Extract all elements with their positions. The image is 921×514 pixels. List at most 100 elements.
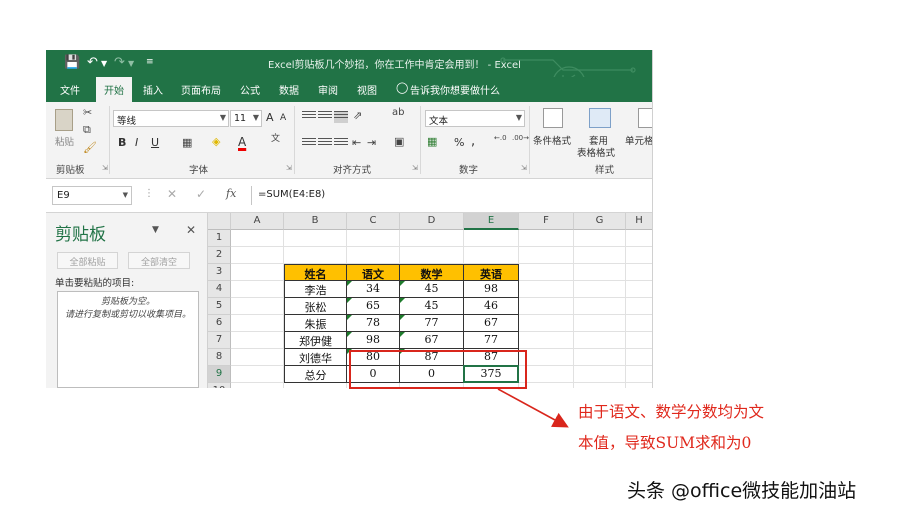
row-header-10[interactable]: 10 [208,383,231,388]
tab-data[interactable]: 数据 [279,82,299,97]
format-as-table-button-line2[interactable]: 表格格式 [577,145,615,159]
cancel-icon[interactable]: ✕ [167,187,177,201]
table-cell[interactable]: 郑伊健 [284,332,347,349]
grow-font-button[interactable]: A [266,111,274,124]
table-cell[interactable]: 34 [347,281,400,298]
table-cell[interactable]: 98 [464,281,519,298]
accounting-format-icon[interactable]: ▦ [427,136,437,147]
table-cell[interactable]: 67 [464,315,519,332]
column-header-f[interactable]: F [519,213,574,230]
table-cell[interactable]: 98 [347,332,400,349]
paste-all-button[interactable]: 全部粘贴 [57,252,118,269]
shrink-font-button[interactable]: A [280,113,286,123]
table-cell[interactable]: 总分 [284,366,347,383]
table-cell[interactable]: 77 [400,315,464,332]
row-header-2[interactable]: 2 [208,247,231,264]
row-header-1[interactable]: 1 [208,230,231,247]
increase-indent-icon[interactable]: ⇥ [367,137,376,148]
comma-style-button[interactable]: , [471,134,475,149]
italic-button[interactable]: I [135,136,138,149]
table-cell[interactable]: 77 [464,332,519,349]
alignment-launcher-icon[interactable]: ⇲ [412,164,418,172]
column-header-a[interactable]: A [231,213,284,230]
column-header-e[interactable]: E [464,213,519,230]
tab-page-layout[interactable]: 页面布局 [181,82,221,97]
row-header-7[interactable]: 7 [208,332,231,349]
tab-home[interactable]: 开始 [96,77,132,102]
border-icon[interactable]: ▦ [182,137,192,148]
table-cell[interactable]: 李浩 [284,281,347,298]
wrap-text-icon[interactable]: ab [392,108,404,118]
cut-icon[interactable]: ✂ [83,107,92,118]
number-launcher-icon[interactable]: ⇲ [521,164,527,172]
row-header-9[interactable]: 9 [208,366,231,383]
clear-all-button[interactable]: 全部清空 [128,252,190,269]
table-cell[interactable]: 张松 [284,298,347,315]
table-cell[interactable]: 刘德华 [284,349,347,366]
column-header-g[interactable]: G [574,213,626,230]
close-icon[interactable]: ✕ [186,223,196,237]
align-top-icon[interactable] [302,111,316,123]
table-cell[interactable]: 朱振 [284,315,347,332]
formula-input[interactable]: =SUM(E4:E8) [251,186,651,205]
column-header-d[interactable]: D [400,213,464,230]
fill-color-icon[interactable]: ◈ [212,136,220,147]
select-all-corner[interactable] [208,213,231,230]
paste-icon[interactable] [55,109,73,131]
tab-formulas[interactable]: 公式 [240,82,260,97]
underline-button[interactable]: U [151,136,159,149]
table-cell[interactable]: 46 [464,298,519,315]
table-header-cell[interactable]: 语文 [347,264,400,281]
align-center-icon[interactable] [318,138,332,150]
conditional-format-button[interactable]: 条件格式 [533,133,571,147]
font-size-select[interactable]: 11 ▼ [230,110,262,127]
font-color-button[interactable]: A [238,135,246,149]
cell-styles-icon[interactable] [638,108,652,128]
conditional-format-icon[interactable] [543,108,563,128]
tab-insert[interactable]: 插入 [143,82,163,97]
table-header-cell[interactable]: 数学 [400,264,464,281]
decrease-decimal-icon[interactable]: .00→ [512,135,529,142]
insert-function-button[interactable]: fx [226,187,236,200]
tab-review[interactable]: 审阅 [318,82,338,97]
phonetic-icon[interactable]: 文 [271,135,280,144]
align-right-icon[interactable] [334,138,348,150]
merge-center-icon[interactable]: ▣ [394,136,404,147]
column-header-c[interactable]: C [347,213,400,230]
align-middle-icon[interactable] [318,111,332,123]
number-format-select[interactable]: 文本 ▼ [425,110,525,127]
copy-icon[interactable]: ⧉ [83,124,91,135]
pane-options-icon[interactable]: ▼ [152,225,159,235]
increase-decimal-icon[interactable]: ←.0 [494,135,507,142]
table-cell[interactable]: 67 [400,332,464,349]
table-cell[interactable]: 45 [400,298,464,315]
percent-style-button[interactable]: % [454,136,464,149]
enter-icon[interactable]: ✓ [196,187,206,201]
align-left-icon[interactable] [302,138,316,150]
name-box[interactable]: E9 ▼ [52,186,132,205]
cell-styles-button[interactable]: 单元格 [625,133,652,147]
tab-file[interactable]: 文件 [60,82,80,97]
table-cell[interactable]: 45 [400,281,464,298]
table-header-cell[interactable]: 英语 [464,264,519,281]
format-as-table-icon[interactable] [589,108,611,128]
orientation-icon[interactable]: ⇗ [353,110,362,121]
row-header-5[interactable]: 5 [208,298,231,315]
row-header-3[interactable]: 3 [208,264,231,281]
decrease-indent-icon[interactable]: ⇤ [352,137,361,148]
format-painter-icon[interactable]: 🖌 [83,142,97,153]
align-bottom-icon[interactable] [334,111,348,123]
table-cell[interactable]: 78 [347,315,400,332]
row-header-8[interactable]: 8 [208,349,231,366]
font-launcher-icon[interactable]: ⇲ [286,164,292,172]
row-header-6[interactable]: 6 [208,315,231,332]
column-header-b[interactable]: B [284,213,347,230]
clipboard-launcher-icon[interactable]: ⇲ [102,164,108,172]
font-name-select[interactable]: 等线 ▼ [113,110,229,127]
bold-button[interactable]: B [118,136,126,149]
tab-view[interactable]: 视图 [357,82,377,97]
column-header-h[interactable]: H [626,213,652,230]
table-cell[interactable]: 65 [347,298,400,315]
row-header-4[interactable]: 4 [208,281,231,298]
tell-me-search[interactable]: 告诉我你想要做什么 [410,82,500,97]
